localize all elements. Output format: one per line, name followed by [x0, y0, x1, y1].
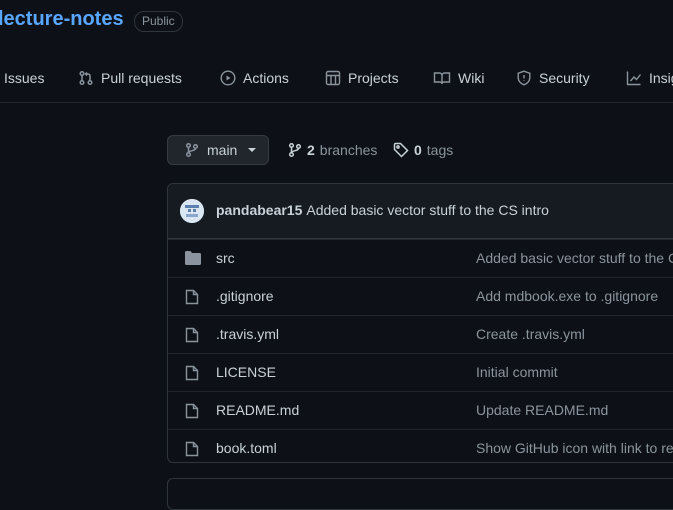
- tab-insights[interactable]: Insights: [626, 68, 673, 88]
- tab-pull-requests[interactable]: Pull requests: [78, 68, 182, 88]
- file-name-link[interactable]: README.md: [216, 402, 299, 418]
- tab-projects[interactable]: Projects: [325, 68, 399, 88]
- branches-count: 2: [307, 142, 315, 158]
- latest-commit-row: pandabear15 Added basic vector stuff to t…: [168, 184, 673, 239]
- file-icon: [185, 327, 199, 348]
- tags-link[interactable]: 0 tags: [393, 142, 453, 158]
- tab-security[interactable]: Security: [516, 68, 590, 88]
- file-row: LICENSE Initial commit: [168, 353, 673, 391]
- file-icon: [185, 403, 199, 424]
- repo-name-link[interactable]: lecture-notes: [0, 8, 124, 31]
- tab-insights-label: Insights: [649, 70, 673, 86]
- file-row: src Added basic vector stuff to the CS i…: [168, 239, 673, 277]
- file-commit-message-link[interactable]: Update README.md: [476, 402, 608, 418]
- visibility-badge: Public: [134, 11, 183, 32]
- file-commit-message-link[interactable]: Create .travis.yml: [476, 326, 585, 342]
- file-name-link[interactable]: .gitignore: [216, 288, 274, 304]
- file-row: .gitignore Add mdbook.exe to .gitignore: [168, 277, 673, 315]
- git-branch-icon: [288, 142, 302, 158]
- tab-projects-label: Projects: [348, 70, 399, 86]
- branches-link[interactable]: 2 branches: [288, 142, 377, 158]
- branch-select-button[interactable]: main: [167, 135, 269, 165]
- commit-message-link[interactable]: Added basic vector stuff to the CS intro: [306, 202, 549, 218]
- file-icon: [185, 441, 199, 462]
- readme-box: [167, 478, 673, 510]
- table-icon: [325, 70, 341, 86]
- folder-icon: [185, 251, 201, 270]
- file-row: .travis.yml Create .travis.yml: [168, 315, 673, 353]
- tags-label: tags: [426, 142, 454, 158]
- branch-name: main: [207, 142, 238, 158]
- file-icon: [185, 365, 199, 386]
- file-icon: [185, 289, 199, 310]
- tab-actions[interactable]: Actions: [220, 68, 289, 88]
- play-icon: [220, 70, 236, 86]
- file-commit-message-link[interactable]: Add mdbook.exe to .gitignore: [476, 288, 658, 304]
- file-name-link[interactable]: book.toml: [216, 440, 277, 456]
- file-name-link[interactable]: LICENSE: [216, 364, 276, 380]
- commit-author-link[interactable]: pandabear15: [216, 202, 302, 218]
- pull-request-icon: [78, 70, 94, 86]
- book-icon: [433, 70, 451, 86]
- file-row: book.toml Show GitHub icon with link to …: [168, 429, 673, 462]
- tab-issues[interactable]: Issues: [4, 68, 44, 88]
- file-commit-message-link[interactable]: Initial commit: [476, 364, 558, 380]
- tab-issues-label: Issues: [4, 70, 45, 86]
- file-listing: pandabear15 Added basic vector stuff to t…: [167, 183, 673, 463]
- repo-nav-tabs: Issues Pull requests Actions Projects Wi…: [0, 60, 673, 103]
- graph-icon: [626, 70, 642, 86]
- tab-actions-label: Actions: [243, 70, 289, 86]
- shield-icon: [516, 70, 532, 86]
- branches-label: branches: [319, 142, 378, 158]
- tab-wiki[interactable]: Wiki: [433, 68, 484, 88]
- file-commit-message-link[interactable]: Added basic vector stuff to the CS intro: [476, 250, 673, 266]
- tag-icon: [393, 142, 409, 158]
- file-name-link[interactable]: .travis.yml: [216, 326, 279, 342]
- tab-security-label: Security: [539, 70, 590, 86]
- avatar[interactable]: [180, 199, 204, 223]
- file-name-link[interactable]: src: [216, 250, 235, 266]
- file-commit-message-link[interactable]: Show GitHub icon with link to repo: [476, 440, 673, 456]
- tab-wiki-label: Wiki: [458, 70, 485, 86]
- file-row: README.md Update README.md: [168, 391, 673, 429]
- tab-pull-requests-label: Pull requests: [101, 70, 182, 86]
- git-branch-icon: [185, 142, 199, 158]
- tags-count: 0: [414, 142, 422, 158]
- caret-down-icon: [248, 148, 257, 152]
